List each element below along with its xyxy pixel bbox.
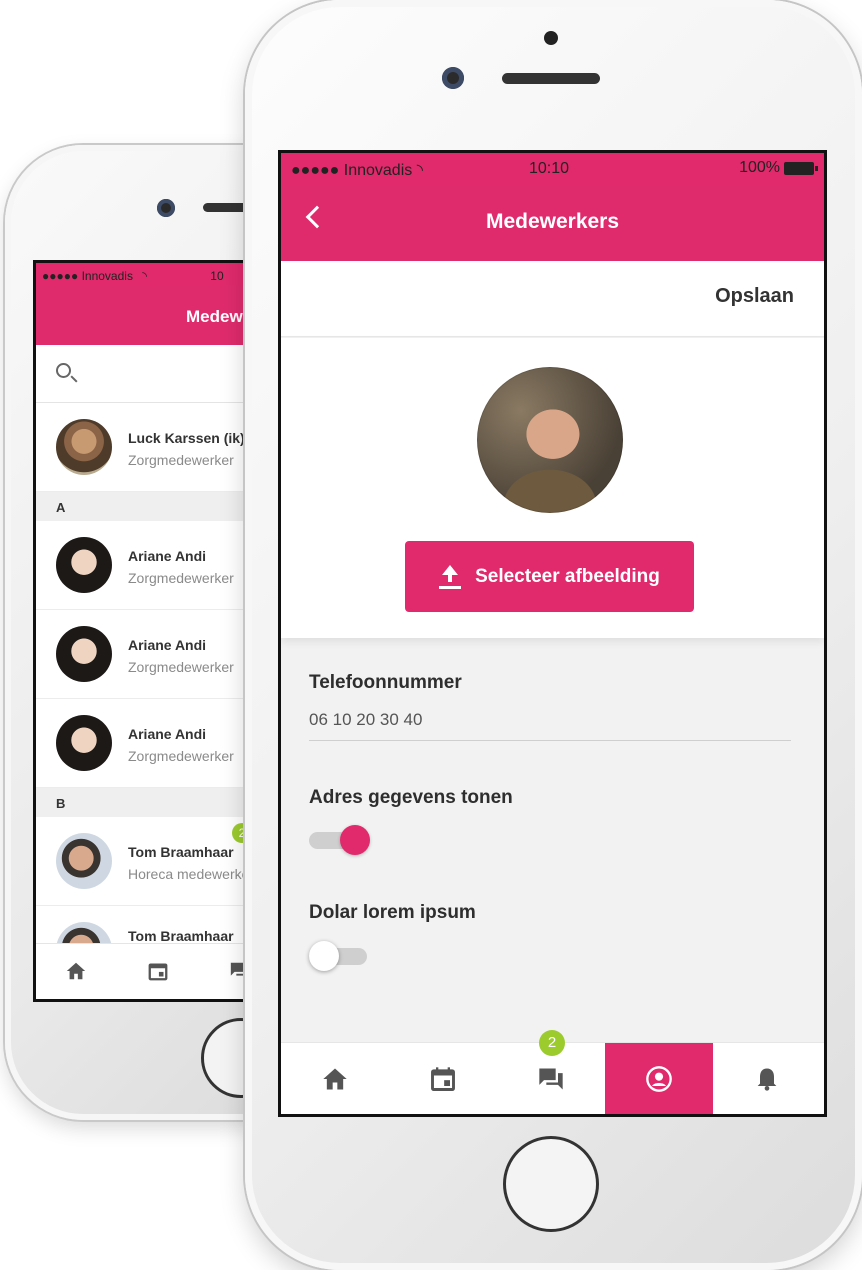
back-carrier-label: ●●●●● Innovadis [42,269,133,283]
search-icon [56,363,71,378]
home-icon[interactable] [64,960,88,982]
camera-icon [442,67,464,89]
contact-role: Zorgmedewerker [128,452,234,468]
tab-home[interactable] [281,1043,389,1114]
battery-indicator: 100% [739,159,818,177]
tab-notifications[interactable] [713,1043,821,1114]
speaker-grille [502,73,600,84]
carrier-label: ●●●●● Innovadis ◝ [291,162,423,179]
address-toggle-label: Adres gegevens tonen [309,787,513,808]
wifi-icon: ◝ [416,162,423,179]
back-time-label: 10 [210,269,224,283]
camera-icon [157,199,175,217]
home-button [503,1136,599,1232]
profile-icon [646,1066,672,1092]
select-image-label: Selecteer afbeelding [475,565,660,587]
battery-label: 100% [739,159,780,176]
page-title: Medewerkers [485,210,620,233]
toggle-knob [340,825,370,855]
tab-calendar[interactable] [389,1043,497,1114]
avatar [56,419,112,475]
bell-icon [757,1068,777,1091]
tab-profile[interactable] [605,1043,713,1114]
action-bar: Opslaan [281,261,824,337]
front-phone-frame: ●●●●● Innovadis ◝ 10:10 100% Medewerkers… [245,0,862,1270]
proximity-sensor [544,31,558,45]
wifi-icon: ◝ [142,269,147,283]
contact-role: Zorgmedewerker [128,659,234,675]
contact-name: Ariane Andi [128,637,207,653]
contact-role: Zorgmedewerker [128,748,234,764]
profile-card: Selecteer afbeelding [281,338,824,638]
phone-field-value[interactable]: 06 10 20 30 40 [309,710,422,730]
toggle-knob [309,941,339,971]
upload-icon [439,564,462,589]
status-bar: ●●●●● Innovadis ◝ 10:10 100% [281,153,824,186]
save-button[interactable]: Opslaan [715,285,794,308]
dolar-toggle-label: Dolar lorem ipsum [309,902,476,923]
avatar [56,715,112,771]
contact-name: Tom Braamhaar [128,844,234,860]
chat-icon [539,1068,563,1090]
avatar [56,537,112,593]
avatar [56,626,112,682]
battery-icon [784,161,818,175]
avatar [56,833,112,889]
calendar-icon[interactable] [146,960,170,982]
phone-field-label: Telefoonnummer [309,672,462,693]
address-toggle[interactable] [309,825,370,855]
profile-photo [477,367,623,513]
contact-role: Horeca medewerker [128,866,255,882]
contact-name: Ariane Andi [128,548,207,564]
contact-name: Tom Braamhaar [128,928,234,944]
phone-screen: ●●●●● Innovadis ◝ 10:10 100% Medewerkers… [278,150,827,1117]
calendar-icon [431,1067,455,1091]
field-underline [309,740,791,741]
tab-bar: 2 [281,1030,824,1114]
messages-badge: 2 [539,1030,565,1056]
select-image-button[interactable]: Selecteer afbeelding [405,541,694,612]
home-icon [323,1068,347,1090]
contact-role: Zorgmedewerker [128,570,234,586]
contact-name: Ariane Andi [128,726,207,742]
clock-label: 10:10 [529,160,570,177]
contact-name: Luck Karssen (ik) [128,430,245,446]
nav-bar: Medewerkers [281,186,824,261]
dolar-toggle[interactable] [309,941,369,971]
